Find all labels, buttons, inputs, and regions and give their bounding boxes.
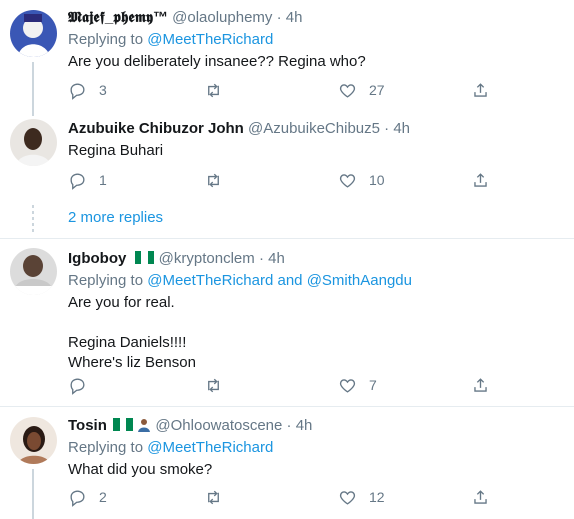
retweet-button[interactable] bbox=[204, 375, 235, 395]
share-icon bbox=[474, 489, 487, 504]
display-name[interactable]: Azubuike Chibuzor John bbox=[68, 120, 244, 137]
mention-link[interactable]: @SmithAangdu bbox=[307, 272, 412, 289]
person-emoji-icon bbox=[137, 418, 151, 432]
thread-line bbox=[32, 105, 34, 116]
thread-line bbox=[32, 469, 34, 519]
nigeria-flag-icon bbox=[113, 417, 134, 431]
reply-button[interactable]: 1 bbox=[68, 170, 107, 190]
separator: · bbox=[276, 9, 282, 26]
share-button[interactable] bbox=[471, 170, 490, 190]
separator: · bbox=[286, 417, 292, 434]
share-button[interactable] bbox=[471, 80, 490, 100]
tweet-text: What did you smoke? bbox=[68, 461, 213, 478]
retweet-icon bbox=[208, 378, 219, 392]
like-count: 10 bbox=[369, 172, 385, 188]
share-button[interactable] bbox=[471, 487, 490, 507]
replying-label: Replying to bbox=[68, 31, 144, 48]
thread-line bbox=[32, 62, 34, 105]
tweet-actions: 1 10 bbox=[68, 170, 498, 190]
tweet-3[interactable]: Igboboy @kryptonclem · 4h Replying to @M… bbox=[0, 239, 574, 406]
tweet-text: Are you deliberately insanee?? Regina wh… bbox=[68, 53, 366, 70]
heart-icon bbox=[339, 83, 356, 98]
mention-link[interactable]: @MeetTheRichard bbox=[147, 272, 273, 289]
avatar[interactable] bbox=[10, 417, 57, 464]
user-handle[interactable]: @Ohloowatoscene bbox=[155, 417, 282, 434]
mention-link[interactable]: @MeetTheRichard bbox=[147, 439, 273, 456]
user-handle[interactable]: @kryptonclem bbox=[159, 250, 255, 267]
retweet-icon bbox=[208, 173, 219, 187]
reply-icon bbox=[70, 82, 85, 100]
reply-button[interactable]: 3 bbox=[68, 80, 107, 100]
replying-label: Replying to bbox=[68, 439, 144, 456]
reply-button[interactable]: 2 bbox=[68, 487, 107, 507]
mention-joiner: and bbox=[277, 272, 303, 289]
like-count: 12 bbox=[369, 489, 385, 505]
tweet-actions: 2 12 bbox=[68, 487, 498, 507]
user-handle[interactable]: @AzubuikeChibuz5 bbox=[248, 120, 380, 137]
display-name[interactable]: 𝕸𝖆𝖏𝖊𝖋_𝖕𝖍𝖊𝖒𝖞™ bbox=[68, 9, 168, 26]
like-button[interactable]: 27 bbox=[338, 80, 385, 100]
tweet-1[interactable]: 𝕸𝖆𝖏𝖊𝖋_𝖕𝖍𝖊𝖒𝖞™ @olaoluphemy · 4h Replying … bbox=[0, 0, 574, 105]
timestamp[interactable]: 4h bbox=[296, 417, 313, 434]
retweet-icon bbox=[208, 490, 219, 504]
retweet-icon bbox=[208, 83, 219, 97]
timestamp[interactable]: 4h bbox=[393, 120, 410, 137]
replying-to: Replying to @MeetTheRichard bbox=[68, 438, 564, 458]
avatar[interactable] bbox=[10, 119, 57, 166]
reply-icon bbox=[70, 172, 85, 190]
avatar[interactable] bbox=[10, 10, 57, 57]
reply-icon bbox=[70, 377, 85, 395]
share-icon bbox=[474, 377, 487, 392]
replying-label: Replying to bbox=[68, 272, 144, 289]
retweet-button[interactable] bbox=[204, 170, 235, 190]
retweet-button[interactable] bbox=[204, 80, 235, 100]
tweet-4[interactable]: Tosin @Ohloowatoscene · 4h Replying to @… bbox=[0, 407, 574, 519]
separator: · bbox=[258, 250, 264, 267]
tweet-text: Are you for real. Regina Daniels!!!! Whe… bbox=[68, 294, 196, 371]
retweet-button[interactable] bbox=[204, 487, 235, 507]
share-icon bbox=[474, 82, 487, 97]
more-replies-link[interactable]: 2 more replies bbox=[68, 209, 163, 226]
replying-to: Replying to @MeetTheRichard and @SmithAa… bbox=[68, 271, 564, 291]
replying-to: Replying to @MeetTheRichard bbox=[68, 30, 564, 50]
display-name[interactable]: Igboboy bbox=[68, 250, 126, 267]
tweet-actions: 3 27 bbox=[68, 80, 498, 100]
tweet-text: Regina Buhari bbox=[68, 142, 164, 159]
reply-icon bbox=[70, 489, 85, 507]
nigeria-flag-icon bbox=[134, 250, 155, 264]
like-count: 7 bbox=[369, 377, 377, 393]
reply-count: 1 bbox=[99, 172, 107, 188]
reply-count: 3 bbox=[99, 82, 107, 98]
like-button[interactable]: 7 bbox=[338, 375, 377, 395]
like-count: 27 bbox=[369, 82, 385, 98]
thread-dots bbox=[32, 205, 34, 233]
like-button[interactable]: 12 bbox=[338, 487, 385, 507]
separator: · bbox=[384, 120, 390, 137]
timestamp[interactable]: 4h bbox=[268, 250, 285, 267]
like-button[interactable]: 10 bbox=[338, 170, 385, 190]
share-button[interactable] bbox=[471, 375, 490, 395]
display-name[interactable]: Tosin bbox=[68, 417, 107, 434]
reply-button[interactable] bbox=[68, 375, 99, 395]
heart-icon bbox=[339, 490, 356, 505]
tweet-actions: 7 bbox=[68, 375, 498, 395]
share-icon bbox=[474, 172, 487, 187]
avatar[interactable] bbox=[10, 248, 57, 295]
mention-link[interactable]: @MeetTheRichard bbox=[147, 31, 273, 48]
heart-icon bbox=[339, 378, 356, 393]
heart-icon bbox=[339, 173, 356, 188]
reply-count: 2 bbox=[99, 489, 107, 505]
user-handle[interactable]: @olaoluphemy bbox=[172, 9, 272, 26]
timestamp[interactable]: 4h bbox=[286, 9, 303, 26]
